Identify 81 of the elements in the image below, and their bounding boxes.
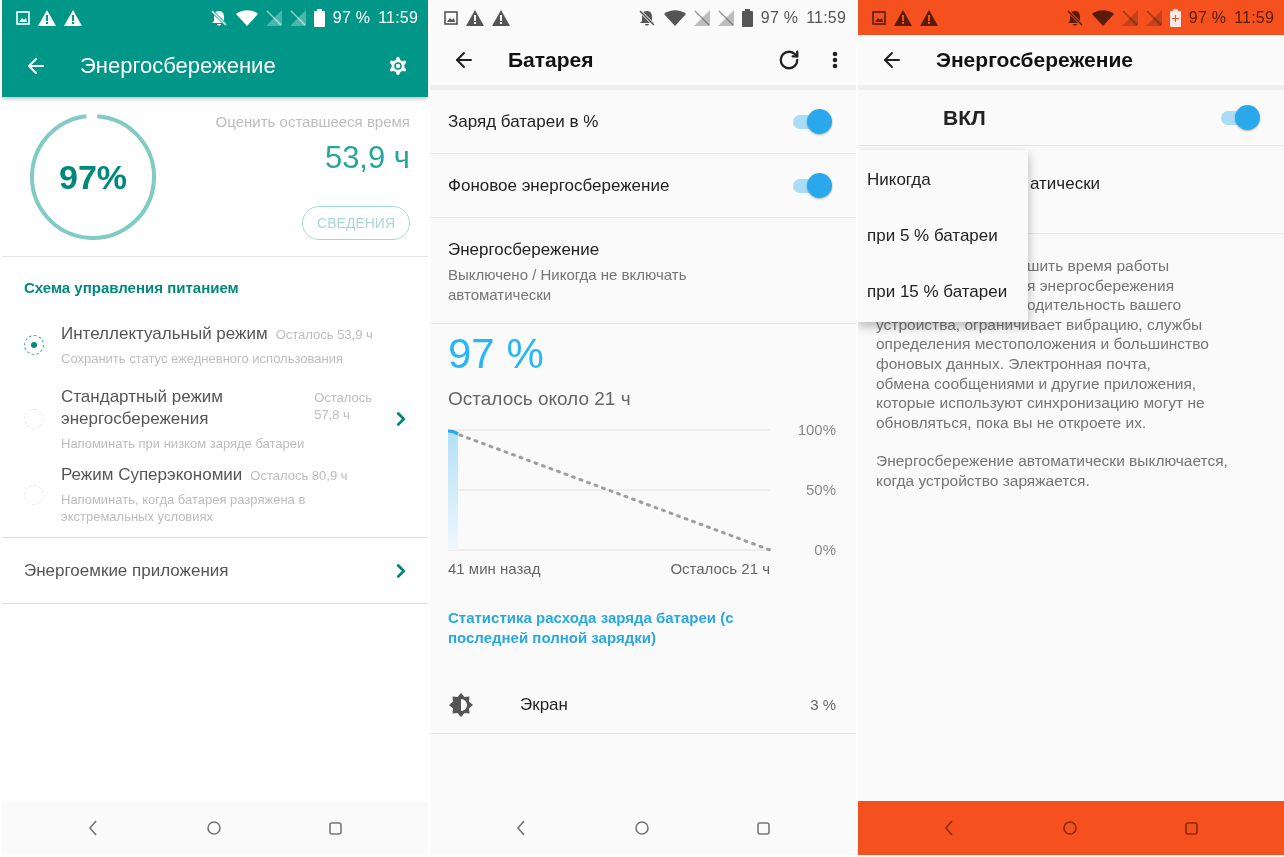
switch-label: ВКЛ [943, 105, 986, 130]
recents-icon[interactable] [329, 821, 342, 835]
mode-remaining: Осталось 53,9 ч [275, 326, 373, 343]
mode-remaining: Осталось 57,8 ч [314, 389, 374, 423]
description-text: шить время работы [1027, 256, 1170, 276]
settings-button[interactable] [386, 54, 410, 78]
screen-title: Батарея [508, 48, 595, 72]
wifi-icon [663, 9, 686, 26]
y-axis-label: 100% [797, 422, 836, 438]
recents-icon[interactable] [757, 821, 770, 835]
menu-item[interactable]: Никогда [858, 152, 1028, 208]
battery-level: 97 % [448, 330, 545, 378]
mode-subtitle: Сохранить статус ежедневного использования [61, 350, 344, 367]
image-icon [444, 10, 458, 25]
setting-label: Заряд батареи в % [448, 111, 599, 132]
image-icon [16, 10, 30, 25]
battery-percent-value: 97% [58, 157, 128, 197]
home-icon[interactable] [206, 821, 221, 835]
sim-off-icon [1145, 9, 1162, 26]
power-hungry-apps-item[interactable]: Энергоемкие приложения [2, 537, 428, 604]
mode-subtitle: Напоминать, когда батарея разряжена в экстремальных условиях [61, 491, 307, 525]
usage-item[interactable]: Экран 3 % [430, 676, 856, 734]
home-icon[interactable] [634, 821, 649, 835]
recents-icon[interactable] [1185, 821, 1198, 835]
screen-title: Энергосбережение [80, 53, 277, 79]
y-axis-label: 50% [805, 481, 836, 498]
sim-off-icon [717, 9, 734, 26]
warning-icon [64, 9, 82, 26]
mode-remaining: Осталось 80,9 ч [250, 467, 348, 484]
mode-title: Интеллектуальный режим [61, 323, 268, 345]
setting-summary: Выключено / Никогда не включать автоматически [448, 265, 688, 305]
bell-off-icon [637, 8, 656, 27]
setting-title: Энергосбережение [448, 240, 601, 260]
usage-section-header: Статистика расхода заряда батареи (с последней полной зарядки) [447, 608, 735, 648]
warning-icon [894, 9, 912, 26]
warning-icon [38, 9, 56, 26]
sim-off-icon [289, 9, 306, 26]
more-options-button[interactable] [832, 51, 838, 69]
bell-off-icon [209, 8, 228, 27]
wifi-icon [235, 9, 258, 26]
description-text: я энергосбережения [1027, 275, 1175, 296]
power-saving-item[interactable]: Энергосбережение Выключено / Никогда не включать автоматически [430, 218, 856, 324]
schedule-label: атически [1030, 174, 1101, 193]
screen-title: Энергосбережение [936, 48, 1134, 72]
section-title: Схема управления питанием [23, 278, 240, 298]
remaining-time: Осталось около 21 ч [448, 388, 632, 410]
usage-label: Экран [520, 694, 569, 715]
back-icon[interactable] [944, 820, 954, 836]
sim-off-icon [693, 9, 710, 26]
battery-percent: 97 % [332, 8, 371, 27]
description-text: одительность вашего [1027, 295, 1182, 315]
warning-icon [920, 9, 938, 26]
back-icon[interactable] [88, 820, 98, 836]
clock-time: 11:59 [378, 8, 418, 27]
clock-time: 11:59 [1234, 8, 1274, 27]
warning-icon [466, 9, 484, 26]
auto-off-note: Энергосбережение автоматически выключается, когда устройство заряжается. [876, 451, 1229, 491]
estimate-value: 53,9 ч [324, 140, 410, 176]
setting-label: Фоновое энергосбережение [448, 175, 670, 196]
sim-off-icon [1121, 9, 1138, 26]
mode-title: Режим Суперэкономии [61, 464, 243, 486]
estimate-label: Оценить оставшееся время [215, 113, 410, 130]
mode-title: Стандартный режим энергосбережения [61, 386, 225, 430]
wifi-icon [1091, 9, 1114, 26]
x-axis-label: Осталось 21 ч [670, 560, 770, 577]
battery-percent: 97 % [760, 8, 799, 27]
refresh-button[interactable] [778, 49, 800, 71]
sim-off-icon [265, 9, 282, 26]
y-axis-label: 0% [814, 541, 836, 558]
menu-item[interactable]: при 5 % батареи [858, 208, 1028, 264]
back-icon[interactable] [516, 820, 526, 836]
clock-time: 11:59 [806, 8, 846, 27]
warning-icon [492, 9, 510, 26]
mode-subtitle: Напоминать при низком заряде батареи [61, 435, 306, 452]
brightness-icon [448, 691, 474, 718]
battery-percent: 97 % [1188, 8, 1227, 27]
x-axis-label: 41 мин назад [448, 560, 541, 577]
image-icon [872, 10, 886, 25]
home-icon[interactable] [1062, 821, 1077, 835]
usage-value: 3 % [810, 696, 836, 713]
bell-off-icon [1065, 8, 1084, 27]
